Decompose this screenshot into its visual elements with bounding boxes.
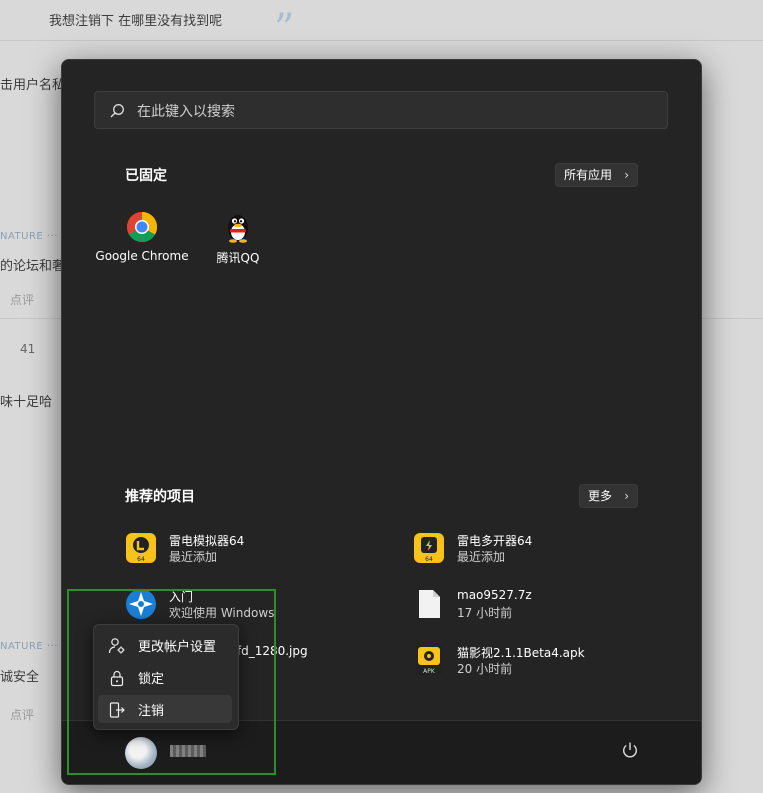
recommended-title: 推荐的项目 bbox=[125, 489, 195, 505]
comment-link[interactable]: 点评 bbox=[10, 291, 34, 308]
item-name: mao9527.7z bbox=[457, 588, 532, 602]
forum-text: 味十足哈 bbox=[0, 395, 53, 410]
item-name: 雷电多开器64 bbox=[457, 534, 533, 548]
file-icon bbox=[413, 588, 445, 620]
recommended-item[interactable]: APK 猫影视2.1.1Beta4.apk 20 小时前 bbox=[413, 640, 693, 680]
item-subtitle: 最近添加 bbox=[457, 550, 506, 564]
item-subtitle: 20 小时前 bbox=[457, 662, 513, 676]
item-subtitle: 最近添加 bbox=[169, 550, 218, 564]
svg-text:64: 64 bbox=[425, 556, 433, 563]
all-apps-label: 所有应用 bbox=[564, 168, 613, 182]
search-box[interactable]: 在此键入以搜索 bbox=[94, 91, 668, 129]
forum-comment: 我想注销下 在哪里没有找到呢 bbox=[49, 14, 223, 29]
app-label: 腾讯QQ bbox=[216, 251, 260, 265]
chevron-right-icon: › bbox=[624, 168, 629, 182]
divider bbox=[0, 40, 763, 41]
chevron-right-icon: › bbox=[624, 489, 629, 503]
all-apps-button[interactable]: 所有应用 › bbox=[555, 163, 638, 187]
app-label: Google Chrome bbox=[95, 249, 189, 263]
pinned-app-chrome[interactable]: Google Chrome bbox=[94, 211, 190, 263]
chrome-icon bbox=[126, 211, 158, 243]
item-subtitle: 17 小时前 bbox=[457, 606, 513, 620]
power-icon[interactable] bbox=[621, 741, 639, 759]
forum-text: 诚安全 bbox=[0, 670, 40, 685]
ldplayer-icon: 64 bbox=[125, 532, 157, 564]
item-name: 雷电模拟器64 bbox=[169, 534, 245, 548]
forum-meta: NATURE ··· bbox=[0, 641, 58, 652]
pinned-title: 已固定 bbox=[125, 168, 167, 184]
ldmulti-icon: 64 bbox=[413, 532, 445, 564]
svg-text:APK: APK bbox=[423, 668, 436, 675]
forum-text: 击用户名私 bbox=[0, 78, 66, 93]
view-count: 41 bbox=[20, 342, 36, 356]
pinned-app-qq[interactable]: 腾讯QQ bbox=[190, 211, 286, 266]
qq-icon bbox=[222, 211, 254, 243]
forum-text: 的论坛和奢 bbox=[0, 259, 66, 274]
svg-text:64: 64 bbox=[137, 556, 145, 563]
forum-meta: NATURE ··· bbox=[0, 231, 58, 242]
search-icon bbox=[110, 104, 124, 118]
annotation-highlight-box bbox=[67, 589, 276, 775]
recommended-item[interactable]: 64 雷电模拟器64 最近添加 bbox=[125, 528, 405, 568]
comment-link[interactable]: 点评 bbox=[10, 706, 34, 723]
more-button[interactable]: 更多 › bbox=[579, 484, 638, 508]
quote-mark-icon: ” bbox=[274, 6, 295, 52]
recommended-item[interactable]: 64 雷电多开器64 最近添加 bbox=[413, 528, 693, 568]
recommended-item[interactable]: mao9527.7z 17 小时前 bbox=[413, 584, 693, 624]
search-placeholder: 在此键入以搜索 bbox=[137, 104, 235, 120]
apk-icon: APK bbox=[413, 644, 445, 676]
more-label: 更多 bbox=[588, 489, 613, 503]
item-name: 猫影视2.1.1Beta4.apk bbox=[457, 646, 585, 660]
